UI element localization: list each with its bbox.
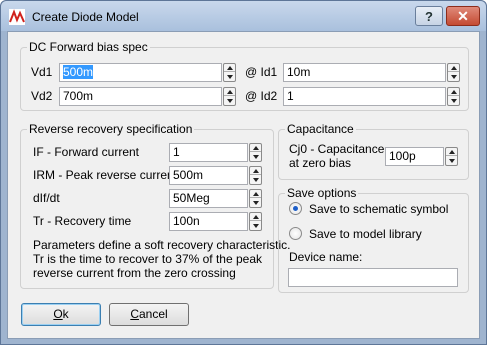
- close-button[interactable]: ✕: [446, 6, 480, 26]
- dialog-window: Create Diode Model ? ✕ DC Forward bias s…: [0, 0, 487, 345]
- dialog-client: DC Forward bias spec Vd1 500m @ Id1 10m …: [7, 31, 480, 339]
- id2-spinner[interactable]: [447, 87, 460, 106]
- spin-up-icon: [450, 89, 457, 94]
- save-library-label[interactable]: Save to model library: [309, 227, 422, 241]
- spin-up-icon: [252, 214, 259, 219]
- save-options-title: Save options: [285, 186, 359, 200]
- device-name-label: Device name:: [289, 250, 363, 264]
- save-options-group: Save options Save to schematic symbol Sa…: [278, 186, 469, 293]
- spin-down-icon: [252, 155, 259, 159]
- didt-label: dIf/dt: [33, 191, 60, 205]
- spin-down-icon: [226, 99, 233, 103]
- cj0-label-line2: at zero bias: [289, 156, 352, 170]
- spin-up-icon: [252, 191, 259, 196]
- didt-input[interactable]: 50Meg: [169, 189, 248, 208]
- vd2-spinner[interactable]: [223, 87, 236, 106]
- capacitance-title: Capacitance: [285, 122, 356, 136]
- irm-label: IRM - Peak reverse current: [33, 168, 178, 182]
- irm-input[interactable]: 500m: [169, 166, 248, 185]
- spin-down-icon: [252, 224, 259, 228]
- cj0-input[interactable]: 100p: [385, 147, 444, 166]
- id2-input[interactable]: 1: [283, 87, 446, 106]
- save-schematic-label[interactable]: Save to schematic symbol: [309, 202, 448, 216]
- spin-down-icon: [450, 99, 457, 103]
- recovery-note-line2: Tr is the time to recover to 37% of the …: [33, 252, 262, 266]
- spin-down-icon: [252, 178, 259, 182]
- cancel-button[interactable]: Cancel: [109, 303, 189, 326]
- capacitance-group: Capacitance Cj0 - Capacitance at zero bi…: [278, 122, 469, 180]
- if-input[interactable]: 1: [169, 143, 248, 162]
- id2-label: @ Id2: [245, 89, 278, 103]
- window-title: Create Diode Model: [32, 10, 139, 24]
- tr-label: Tr - Recovery time: [33, 214, 132, 228]
- vd1-input[interactable]: 500m: [59, 63, 222, 82]
- save-schematic-radio[interactable]: [289, 202, 302, 215]
- spin-up-icon: [448, 149, 455, 154]
- recovery-note-line1: Parameters define a soft recovery charac…: [33, 238, 291, 252]
- reverse-recovery-title: Reverse recovery specification: [27, 122, 195, 136]
- cj0-label-line1: Cj0 - Capacitance: [289, 142, 385, 156]
- spin-down-icon: [226, 75, 233, 79]
- help-icon: ?: [425, 8, 433, 24]
- vd1-spinner[interactable]: [223, 63, 236, 82]
- title-bar[interactable]: Create Diode Model ? ✕: [1, 1, 486, 31]
- close-icon: ✕: [457, 7, 469, 24]
- spin-down-icon: [450, 75, 457, 79]
- spin-up-icon: [252, 145, 259, 150]
- irm-spinner[interactable]: [249, 166, 262, 185]
- spin-up-icon: [226, 65, 233, 70]
- device-name-input[interactable]: [288, 268, 458, 287]
- if-label: IF - Forward current: [33, 145, 140, 159]
- reverse-recovery-group: Reverse recovery specification IF - Forw…: [20, 122, 290, 289]
- vd2-input[interactable]: 700m: [59, 87, 222, 106]
- cj0-spinner[interactable]: [445, 147, 458, 166]
- app-icon: [9, 9, 25, 25]
- recovery-note-line3: reverse current from the zero crossing: [33, 266, 236, 280]
- id1-label: @ Id1: [245, 65, 278, 79]
- spin-down-icon: [252, 201, 259, 205]
- spin-up-icon: [226, 89, 233, 94]
- spin-up-icon: [252, 168, 259, 173]
- tr-input[interactable]: 100n: [169, 212, 248, 231]
- help-button[interactable]: ?: [415, 6, 443, 26]
- dc-forward-group: DC Forward bias spec Vd1 500m @ Id1 10m …: [20, 40, 469, 111]
- tr-spinner[interactable]: [249, 212, 262, 231]
- save-library-radio[interactable]: [289, 227, 302, 240]
- didt-spinner[interactable]: [249, 189, 262, 208]
- id1-input[interactable]: 10m: [283, 63, 446, 82]
- id1-spinner[interactable]: [447, 63, 460, 82]
- if-spinner[interactable]: [249, 143, 262, 162]
- spin-down-icon: [448, 159, 455, 163]
- dc-forward-title: DC Forward bias spec: [27, 40, 150, 54]
- ok-button[interactable]: Ok: [21, 303, 101, 326]
- vd1-label: Vd1: [31, 65, 53, 79]
- vd2-label: Vd2: [31, 89, 53, 103]
- spin-up-icon: [450, 65, 457, 70]
